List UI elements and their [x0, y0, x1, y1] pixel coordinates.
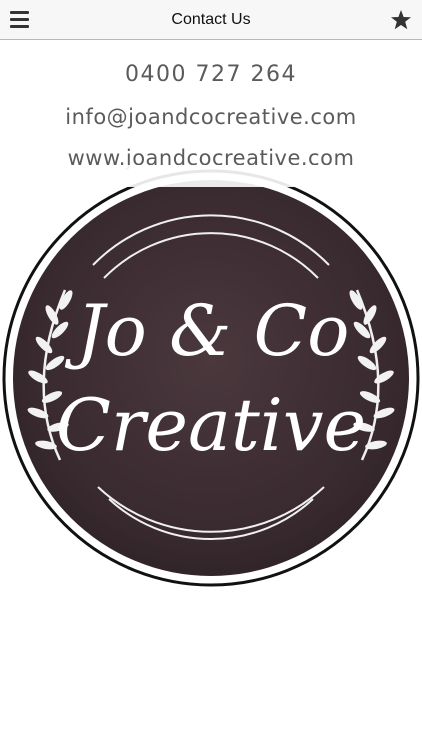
page-title: Contact Us: [171, 11, 251, 28]
logo-line-1: Jo & Co: [65, 290, 350, 372]
jo-and-co-logo: Jo & Co Creative: [0, 165, 422, 587]
logo-disc: [13, 180, 409, 576]
logo-line-2: Creative: [56, 383, 366, 467]
star-icon[interactable]: [390, 9, 412, 31]
email-link[interactable]: info@joandcocreative.com: [0, 105, 422, 129]
phone-number-link[interactable]: 0400 727 264: [0, 62, 422, 87]
top-navigation-bar: Contact Us: [0, 0, 422, 40]
